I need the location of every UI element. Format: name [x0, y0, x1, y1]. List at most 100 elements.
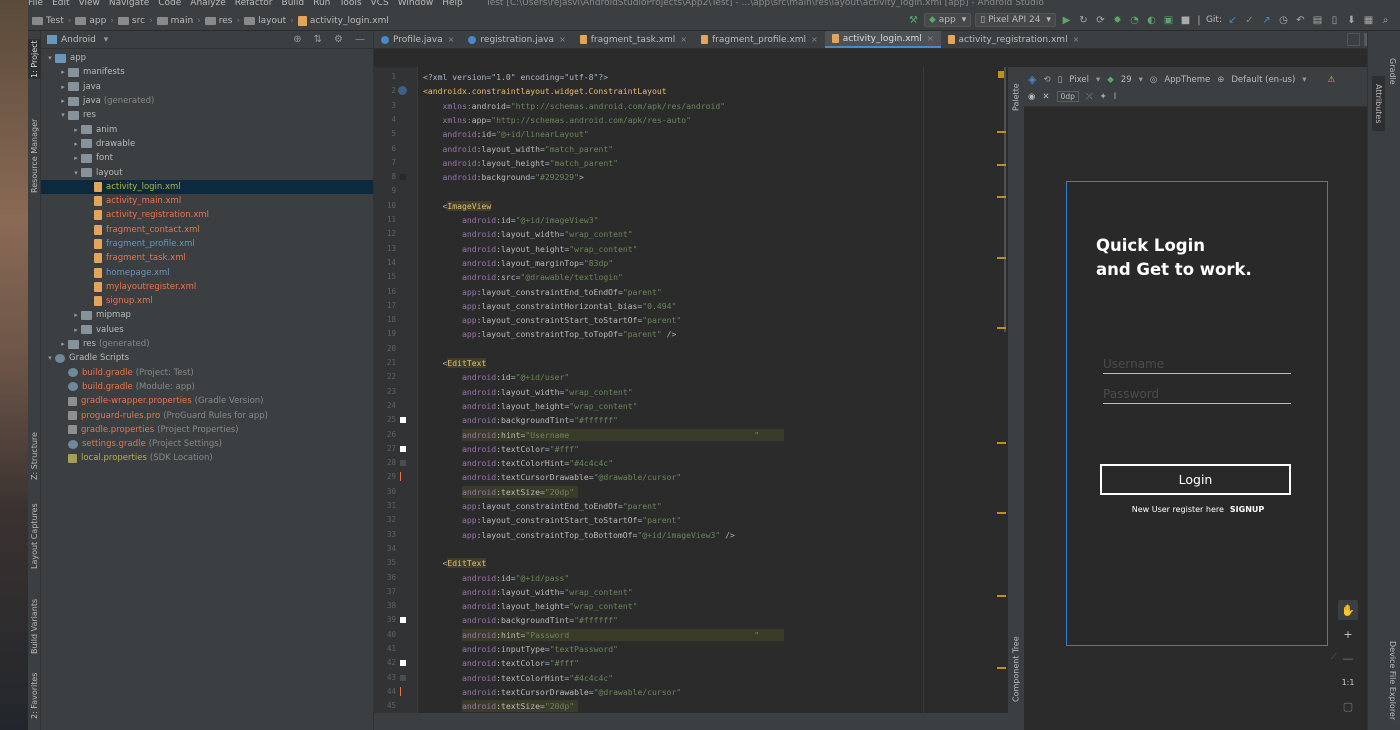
tree-item[interactable]: gradle-wrapper.properties (Gradle Version…: [41, 394, 373, 408]
profile-icon[interactable]: ◔: [1128, 14, 1141, 27]
tree-item[interactable]: local.properties (SDK Location): [41, 451, 373, 465]
orientation-icon[interactable]: ⟲: [1043, 75, 1050, 85]
tree-item[interactable]: ▸ anim: [41, 122, 373, 136]
component-tree-tab[interactable]: Component Tree: [1008, 632, 1024, 707]
sdk-manager-icon[interactable]: ⬇: [1345, 14, 1358, 27]
breadcrumb-item[interactable]: main ›: [156, 16, 201, 26]
tree-item[interactable]: mylayoutregister.xml: [41, 280, 373, 294]
editor-tab[interactable]: activity_registration.xml ×: [941, 31, 1087, 48]
chevron-down-icon[interactable]: ▾: [45, 54, 55, 62]
warning-marker[interactable]: [997, 131, 1006, 133]
tree-item[interactable]: activity_login.xml: [41, 179, 373, 194]
menu-item-file[interactable]: File: [28, 0, 43, 8]
attributes-tab[interactable]: Attributes: [1372, 76, 1385, 131]
chevron-right-icon[interactable]: ▸: [71, 311, 81, 319]
tree-item[interactable]: settings.gradle (Project Settings): [41, 437, 373, 451]
debug-icon[interactable]: ✹: [1111, 14, 1124, 27]
design-surface-icon[interactable]: ◈: [1028, 73, 1036, 86]
chevron-right-icon[interactable]: ▸: [71, 140, 81, 148]
rollback-icon[interactable]: ↶: [1294, 14, 1307, 27]
menu-item-view[interactable]: View: [79, 0, 100, 8]
code-view-icon[interactable]: [1347, 33, 1360, 46]
git-update-icon[interactable]: ↙: [1226, 14, 1239, 27]
tree-item[interactable]: ▾ layout: [41, 165, 373, 179]
chevron-right-icon[interactable]: ▸: [71, 326, 81, 334]
warning-marker[interactable]: [997, 512, 1006, 514]
chevron-right-icon[interactable]: ▸: [58, 68, 68, 76]
tree-item[interactable]: ▾ Gradle Scripts: [41, 351, 373, 365]
editor-tab[interactable]: registration.java ×: [461, 31, 572, 48]
design-device-select[interactable]: Pixel: [1069, 75, 1089, 85]
apply-code-icon[interactable]: ⟳: [1094, 14, 1107, 27]
breadcrumb-item[interactable]: layout ›: [244, 16, 294, 26]
warning-marker[interactable]: [997, 164, 1006, 166]
tree-item[interactable]: signup.xml: [41, 294, 373, 308]
coverage-icon[interactable]: ▣: [1162, 14, 1175, 27]
chevron-right-icon[interactable]: ▸: [58, 340, 68, 348]
warning-marker[interactable]: [997, 595, 1006, 597]
tree-item[interactable]: activity_registration.xml: [41, 208, 373, 222]
tree-item[interactable]: ▸ drawable: [41, 137, 373, 151]
chevron-down-icon[interactable]: ▾: [45, 354, 55, 362]
layout-preview[interactable]: Quick Login and Get to work. Username Pa…: [1066, 181, 1328, 646]
close-icon[interactable]: ×: [927, 34, 934, 43]
color-swatch-icon[interactable]: [400, 674, 406, 681]
device-file-explorer-tab[interactable]: Device File Explorer: [1386, 636, 1399, 726]
chevron-down-icon[interactable]: ▾: [71, 169, 81, 177]
close-icon[interactable]: ×: [559, 35, 566, 44]
guidelines-icon[interactable]: Ⅰ: [1114, 92, 1117, 102]
history-icon[interactable]: ◷: [1277, 14, 1290, 27]
warning-icon[interactable]: ⚠: [1328, 75, 1336, 85]
run-config-select[interactable]: ◆ app ▾: [923, 13, 972, 27]
tool-tab-5[interactable]: 2: Favorites: [28, 666, 41, 726]
warning-marker[interactable]: [997, 257, 1006, 259]
breadcrumb-item[interactable]: src ›: [117, 16, 153, 26]
menu-item-analyze[interactable]: Analyze: [190, 0, 225, 8]
warning-marker[interactable]: [997, 442, 1006, 444]
default-margin-select[interactable]: 0dp: [1056, 91, 1079, 102]
tree-item[interactable]: ▸ font: [41, 151, 373, 165]
close-icon[interactable]: ×: [680, 35, 687, 44]
infer-constraints-icon[interactable]: ✦: [1100, 92, 1107, 102]
tree-item[interactable]: proguard-rules.pro (ProGuard Rules for ap…: [41, 408, 373, 422]
zoom-out-icon[interactable]: —: [1338, 648, 1358, 668]
tree-item[interactable]: ▾ app: [41, 51, 373, 65]
tree-item[interactable]: build.gradle (Module: app): [41, 380, 373, 394]
tree-item[interactable]: ▸ java: [41, 80, 373, 94]
breadcrumb-item[interactable]: Test ›: [32, 16, 71, 26]
tree-item[interactable]: ▸ manifests: [41, 65, 373, 79]
menu-item-code[interactable]: Code: [158, 0, 181, 8]
menu-item-window[interactable]: Window: [398, 0, 434, 8]
warning-marker[interactable]: [997, 327, 1006, 329]
chevron-right-icon[interactable]: ▸: [71, 154, 81, 162]
palette-tab[interactable]: Palette: [1008, 77, 1024, 117]
tree-item[interactable]: ▸ values: [41, 323, 373, 337]
color-swatch-icon[interactable]: [400, 617, 406, 624]
zoom-fit-icon[interactable]: ▢: [1338, 696, 1358, 716]
tree-item[interactable]: homepage.xml: [41, 265, 373, 279]
hammer-icon[interactable]: ⚒: [907, 14, 920, 27]
chevron-right-icon[interactable]: ▸: [58, 97, 68, 105]
git-push-icon[interactable]: ↗: [1260, 14, 1273, 27]
username-field[interactable]: Username: [1103, 356, 1291, 374]
tool-tab-4[interactable]: Build Variants: [28, 591, 41, 661]
warning-marker[interactable]: [997, 196, 1006, 198]
editor-tab[interactable]: activity_login.xml ×: [824, 31, 941, 48]
color-swatch-icon[interactable]: [400, 460, 406, 467]
color-swatch-icon[interactable]: [400, 417, 406, 424]
run-icon[interactable]: ▶: [1060, 14, 1073, 27]
layout-inspector-icon[interactable]: ▦: [1362, 14, 1375, 27]
tree-item[interactable]: ▾ res: [41, 108, 373, 122]
menu-item-edit[interactable]: Edit: [52, 0, 69, 8]
locate-icon[interactable]: ⊕: [293, 34, 301, 45]
stop-icon[interactable]: ■: [1179, 14, 1192, 27]
menu-item-tools[interactable]: Tools: [339, 0, 361, 8]
resize-handle-icon[interactable]: ⟋: [1331, 652, 1339, 661]
color-swatch-icon[interactable]: [400, 174, 406, 181]
tree-item[interactable]: ▸ java (generated): [41, 94, 373, 108]
chevron-right-icon[interactable]: ▸: [71, 126, 81, 134]
tree-item[interactable]: fragment_task.xml: [41, 251, 373, 265]
editor-scrollbar[interactable]: [995, 67, 1007, 713]
zoom-reset-button[interactable]: 1:1: [1338, 672, 1358, 692]
chevron-right-icon[interactable]: ▸: [58, 83, 68, 91]
